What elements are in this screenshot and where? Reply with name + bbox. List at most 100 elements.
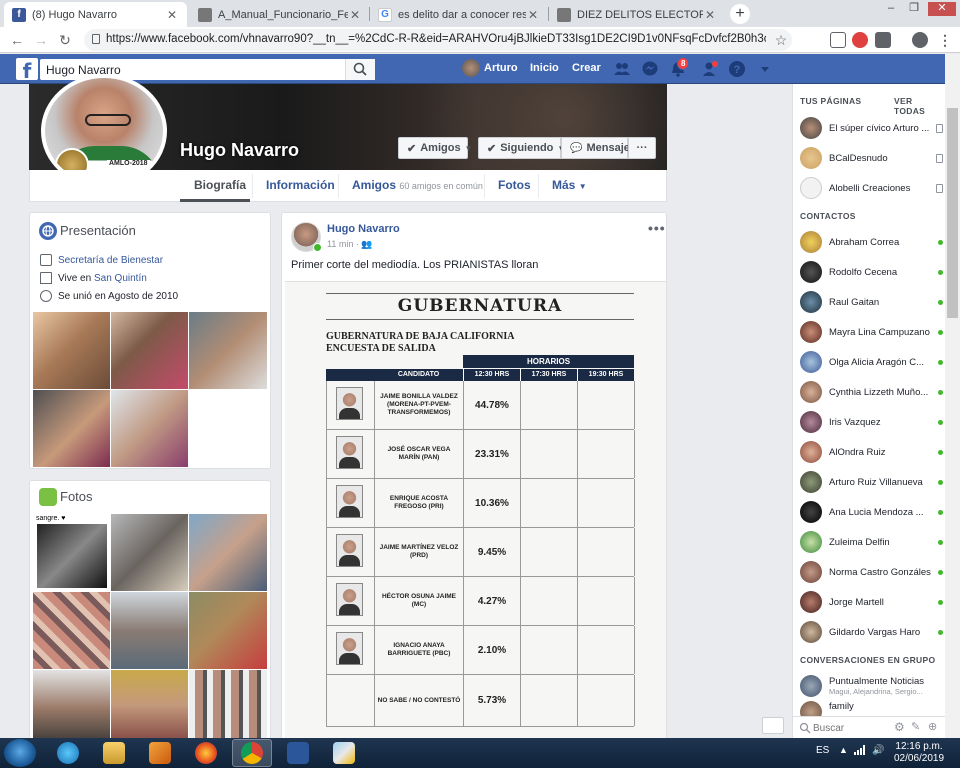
quick-help-people-icon[interactable] (701, 60, 719, 78)
tab-diez-delitos[interactable]: DIEZ DELITOS ELECTORALES que ✕ (549, 2, 725, 27)
tab-manual-funcionario[interactable]: A_Manual_Funcionario_Federal.p ✕ (190, 2, 370, 27)
friend-requests-icon[interactable] (613, 60, 631, 78)
chrome-icon[interactable] (232, 739, 272, 767)
contact-item[interactable]: Norma Castro Gonzáles (800, 558, 943, 586)
minimize-button[interactable]: – (880, 2, 902, 16)
tray-arrow-icon[interactable]: ▲ (839, 745, 848, 755)
intro-photo[interactable] (111, 312, 188, 389)
contact-item[interactable]: Zuleima Delfin (800, 528, 943, 556)
contact-item[interactable]: Cynthia Lizzeth Muño... (800, 378, 943, 406)
tab-timeline[interactable]: Biografía (194, 170, 246, 201)
help-icon[interactable]: ? (728, 60, 746, 78)
contact-item[interactable]: Gildardo Vargas Haro (800, 618, 943, 646)
messenger-icon[interactable] (641, 60, 659, 78)
post-timestamp[interactable]: 11 min (327, 239, 353, 249)
maximize-button[interactable]: ❐ (903, 2, 925, 16)
chat-search-input[interactable] (813, 720, 893, 736)
page-item[interactable]: El súper cívico Arturo ... (800, 114, 943, 142)
extension-icon[interactable] (830, 32, 846, 48)
word-icon[interactable] (278, 739, 318, 767)
intro-photo[interactable] (33, 312, 110, 389)
create-link[interactable]: Crear (572, 62, 601, 74)
keyboard-shortcut-icon[interactable] (762, 717, 784, 734)
facebook-logo-icon[interactable]: f (16, 58, 38, 83)
see-all-link[interactable]: VER TODAS (894, 96, 945, 116)
intro-photo[interactable] (111, 390, 188, 467)
photo-thumbnail[interactable] (189, 670, 267, 741)
intro-photo[interactable] (33, 390, 110, 467)
contact-item[interactable]: Raul Gaitan (800, 288, 943, 316)
following-button[interactable]: ✔ Siguiendo ▼ (478, 137, 565, 159)
profile-icon[interactable] (912, 32, 928, 48)
photo-thumbnail[interactable] (33, 670, 110, 741)
message-button[interactable]: 💬 Mensaje (561, 137, 630, 159)
reload-icon[interactable]: ↻ (56, 31, 74, 49)
extension-icon[interactable] (875, 32, 891, 48)
media-player-icon[interactable] (140, 739, 180, 767)
contact-item[interactable]: Ana Lucia Mendoza ... (800, 498, 943, 526)
internet-explorer-icon[interactable] (48, 739, 88, 767)
photo-thumbnail[interactable] (111, 670, 188, 741)
tab-google-search[interactable]: G es delito dar a conocer resultado ✕ (370, 2, 548, 27)
intro-photo[interactable] (189, 312, 267, 389)
close-icon[interactable]: ✕ (348, 8, 362, 22)
system-clock[interactable]: 12:16 p.m. 02/06/2019 (894, 741, 944, 765)
lives-place-link[interactable]: San Quintín (94, 273, 147, 284)
file-explorer-icon[interactable] (94, 739, 134, 767)
post-image-poll[interactable]: GUBERNATURA GUBERNATURA DE BAJA CALIFORN… (285, 281, 666, 741)
tab-friends[interactable]: Amigos 60 amigos en común (352, 170, 483, 201)
home-link[interactable]: Inicio (530, 62, 559, 74)
page-item[interactable]: Alobelli Creaciones (800, 174, 943, 202)
bookmark-star-icon[interactable]: ☆ (772, 31, 790, 49)
group-add-icon[interactable]: ⊕ (928, 720, 937, 733)
tab-photos[interactable]: Fotos (498, 170, 531, 201)
close-icon[interactable]: ✕ (703, 8, 717, 22)
start-button[interactable] (4, 739, 36, 767)
photo-thumbnail[interactable] (111, 514, 188, 591)
tab-more[interactable]: Más ▼ (552, 170, 587, 201)
tab-hugo-navarro[interactable]: f (8) Hugo Navarro ✕ (4, 2, 187, 27)
contact-item[interactable]: Abraham Correa (800, 228, 943, 256)
contact-item[interactable]: AlOndra Ruiz (800, 438, 943, 466)
forward-icon[interactable]: → (32, 31, 50, 49)
account-menu-caret-icon[interactable] (756, 60, 774, 78)
close-icon[interactable]: ✕ (165, 8, 179, 22)
page-item[interactable]: BCalDesnudo (800, 144, 943, 172)
photo-thumbnail[interactable] (189, 514, 267, 591)
photo-thumbnail[interactable] (189, 592, 267, 669)
photo-thumbnail[interactable] (33, 592, 110, 669)
contact-item[interactable]: Rodolfo Cecena (800, 258, 943, 286)
contact-item[interactable]: Arturo Ruiz Villanueva (800, 468, 943, 496)
firefox-icon[interactable] (186, 739, 226, 767)
close-icon[interactable]: ✕ (526, 8, 540, 22)
compose-icon[interactable]: ✎ (911, 720, 920, 733)
post-author-avatar[interactable] (291, 222, 322, 252)
close-window-button[interactable]: ✕ (928, 2, 956, 16)
group-item[interactable]: Puntualmente Noticias Magui, Alejandrina… (800, 671, 943, 701)
contact-item[interactable]: Iris Vazquez (800, 408, 943, 436)
post-author-link[interactable]: Hugo Navarro (327, 223, 400, 235)
group-item[interactable]: family (800, 701, 943, 716)
profile-name[interactable]: Hugo Navarro (180, 140, 299, 161)
volume-icon[interactable]: 🔊 (872, 745, 884, 756)
gear-icon[interactable]: ⚙ (894, 720, 905, 734)
paint-icon[interactable] (324, 739, 364, 767)
menu-kebab-icon[interactable]: ⋮ (936, 31, 954, 49)
address-bar[interactable]: https://www.facebook.com/vhnavarro90?__t… (84, 29, 792, 51)
user-avatar[interactable] (462, 59, 480, 77)
contact-item[interactable]: Jorge Martell (800, 588, 943, 616)
photo-thumbnail[interactable]: sangre. ♥ (33, 514, 110, 591)
contact-item[interactable]: Olga Alicia Aragón C... (800, 348, 943, 376)
new-tab-button[interactable]: + (730, 4, 750, 24)
contact-item[interactable]: Mayra Lina Campuzano (800, 318, 943, 346)
photo-thumbnail[interactable] (111, 592, 188, 669)
photos-title[interactable]: Fotos (60, 489, 93, 504)
scrollbar-thumb[interactable] (947, 108, 958, 318)
search-button[interactable] (345, 59, 375, 80)
tab-about[interactable]: Información (266, 170, 335, 201)
post-options-button[interactable]: ••• (648, 220, 666, 236)
back-icon[interactable]: ← (8, 31, 26, 49)
user-name-link[interactable]: Arturo (484, 62, 518, 74)
network-icon[interactable] (854, 745, 866, 758)
work-link[interactable]: Secretaría de Bienestar (58, 255, 163, 266)
